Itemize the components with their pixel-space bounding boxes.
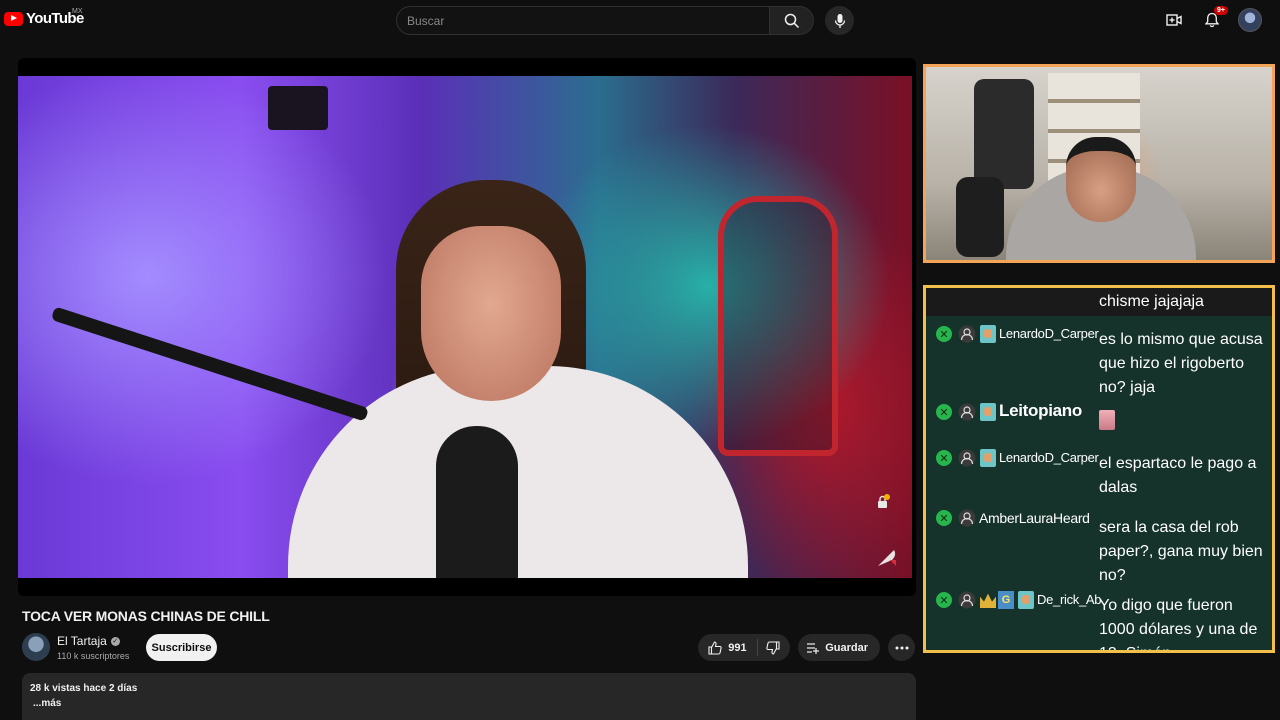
search-input[interactable]: [407, 13, 769, 28]
chat-message-text: sera la casa del rob paper?, gana muy bi…: [1099, 519, 1263, 584]
chat-message-text: chisme jajajaja: [926, 288, 1272, 316]
youtube-logo[interactable]: YouTube MX: [4, 8, 84, 27]
chat-message-text: [1099, 408, 1271, 432]
logo-region: MX: [72, 8, 83, 15]
top-bar: YouTube MX 9+: [0, 0, 1280, 40]
lock-icon: [878, 494, 890, 508]
create-button[interactable]: [1162, 8, 1186, 32]
chat-message: ✕ AmberLauraHeard sera la casa del rob p…: [926, 506, 1272, 584]
dislike-button[interactable]: [758, 640, 780, 655]
microphone: [436, 426, 518, 578]
notification-count-badge: 9+: [1214, 6, 1228, 15]
x-badge-icon: ✕: [936, 510, 952, 526]
search-icon: [784, 13, 799, 28]
like-button[interactable]: 991: [698, 639, 759, 656]
x-badge-icon: ✕: [936, 404, 952, 420]
background-gaming-chair: [718, 196, 838, 456]
more-horizontal-icon: [895, 646, 908, 649]
chat-message: ✕ Leitopiano: [926, 400, 1272, 440]
add-to-playlist-icon: [807, 642, 820, 654]
chat-username: AmberLauraHeard: [979, 510, 1090, 526]
show-more-link[interactable]: ...más: [30, 698, 908, 709]
video-title: TOCA VER MONAS CHINAS DE CHILL: [22, 608, 270, 624]
save-button[interactable]: Guardar: [798, 634, 880, 661]
streamer-face: [421, 226, 561, 401]
chat-overlay: chisme jajajaja ✕ LenardoD_Carper es lo …: [923, 285, 1275, 653]
user-badge-icon: [958, 325, 976, 343]
emote-icon: [1099, 409, 1115, 430]
x-badge-icon: ✕: [936, 592, 952, 608]
search-box[interactable]: [396, 6, 770, 35]
chat-message: ✕ LenardoD_Carper es lo mismo que acusa …: [926, 322, 1272, 396]
more-actions-button[interactable]: [888, 634, 915, 661]
account-avatar[interactable]: [1238, 8, 1262, 32]
user-badge-icon: [958, 449, 976, 467]
chat-message-text: el espartaco le pago a dalas: [1099, 455, 1257, 496]
cam-background-jacket: [974, 79, 1034, 189]
create-video-icon: [1166, 14, 1182, 26]
chat-message-text: es lo mismo que acusa que hizo el rigobe…: [1099, 331, 1263, 396]
video-actions: 991 Guardar: [698, 634, 915, 661]
channel-name-link[interactable]: El Tartaja ✓: [57, 634, 120, 648]
save-label: Guardar: [825, 641, 868, 654]
search-bar: [396, 6, 814, 35]
thumbs-down-icon: [766, 640, 780, 655]
chat-message: ✕ LenardoD_Carper el espartaco le pago a…: [926, 446, 1272, 496]
chat-username: Leitopiano: [999, 401, 1082, 420]
subscribe-button[interactable]: Suscribirse: [146, 634, 217, 661]
channel-avatar[interactable]: [22, 633, 50, 661]
user-badge-icon: [958, 403, 976, 421]
x-badge-icon: ✕: [936, 326, 952, 342]
quill-icon: [878, 550, 896, 566]
streamer-shirt: [288, 366, 748, 578]
sub-badge-icon: G: [998, 591, 1014, 609]
webcam-overlay: [923, 64, 1275, 263]
youtube-play-icon: [4, 11, 23, 26]
verified-check-icon: ✓: [110, 636, 120, 646]
crown-badge-icon: [980, 593, 996, 608]
x-badge-icon: ✕: [936, 450, 952, 466]
like-dislike-group: 991: [698, 634, 791, 661]
subscriber-count: 110 k suscriptores: [57, 651, 130, 661]
chat-username: De_rick_Ab: [1037, 592, 1102, 607]
user-avatar-icon: [980, 325, 996, 343]
description-box[interactable]: 28 k vistas hace 2 días ...más: [22, 673, 916, 720]
user-badge-icon: [958, 591, 976, 609]
search-button[interactable]: [770, 6, 814, 35]
like-count: 991: [728, 641, 747, 654]
chat-message-text: Yo digo que fueron 1000 dólares y una de…: [1099, 597, 1258, 650]
header-actions: 9+: [1162, 6, 1262, 32]
user-avatar-icon: [980, 403, 996, 421]
microphone-arm: [50, 306, 370, 422]
video-frame: [18, 76, 912, 578]
notifications-button[interactable]: 9+: [1200, 6, 1228, 32]
chat-username: LenardoD_Carper: [999, 326, 1099, 341]
views-and-date: 28 k vistas hace 2 días: [30, 683, 138, 694]
user-avatar-icon: [1018, 591, 1034, 609]
background-light: [268, 86, 328, 130]
cam-microphone: [956, 177, 1004, 257]
channel-name: El Tartaja: [57, 634, 107, 648]
user-badge-icon: [958, 509, 976, 527]
cam-person-head: [1066, 137, 1136, 222]
chat-username: LenardoD_Carper: [999, 450, 1099, 465]
user-avatar-icon: [980, 449, 996, 467]
chat-message: ✕ G De_rick_Ab Yo digo que fueron 1000 d…: [926, 588, 1272, 650]
voice-search-button[interactable]: [825, 6, 854, 35]
microphone-icon: [834, 13, 845, 28]
video-player[interactable]: [18, 58, 916, 596]
thumbs-up-icon: [708, 640, 722, 655]
